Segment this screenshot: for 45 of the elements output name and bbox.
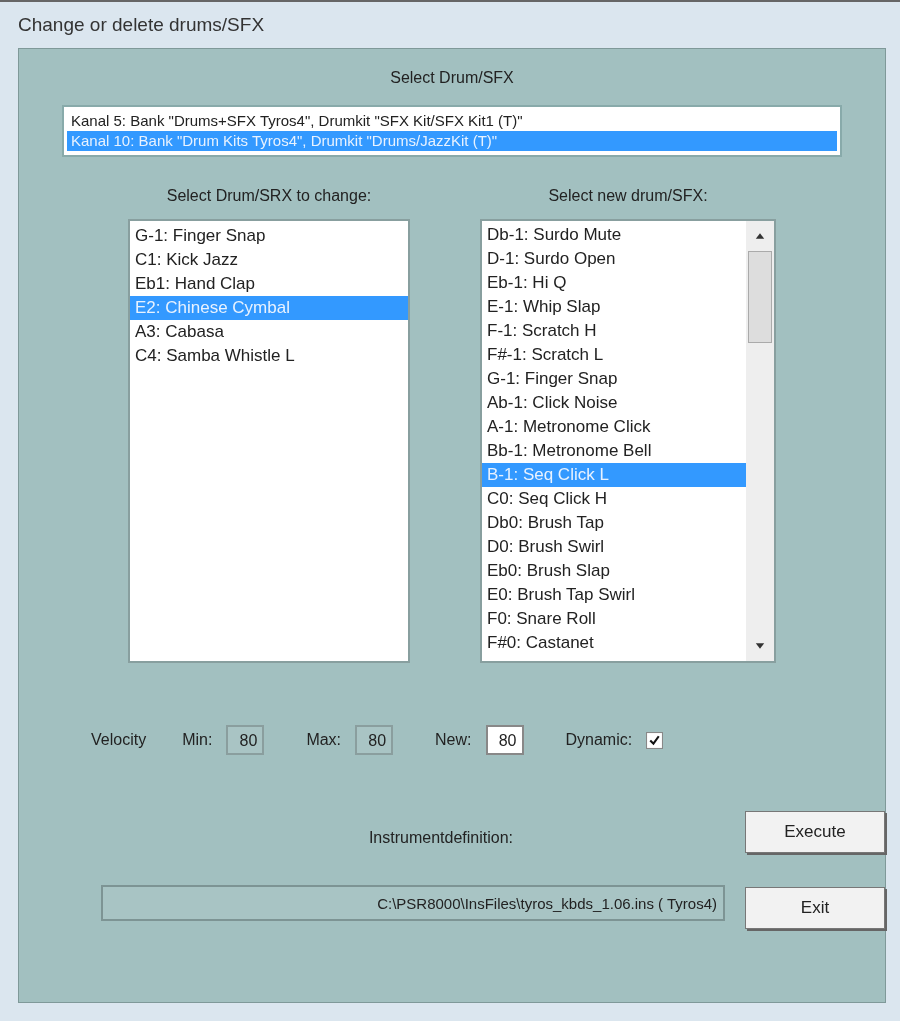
max-field: 80 bbox=[355, 725, 394, 755]
list-item[interactable]: E0: Brush Tap Swirl bbox=[482, 583, 746, 607]
list-item[interactable]: G-1: Finger Snap bbox=[482, 367, 746, 391]
list-item[interactable]: F#-1: Scratch L bbox=[482, 343, 746, 367]
list-item[interactable]: E-1: Whip Slap bbox=[482, 295, 746, 319]
scroll-thumb[interactable] bbox=[748, 251, 772, 343]
new-label: New: bbox=[435, 731, 472, 749]
list-item[interactable]: C0: Seq Click H bbox=[482, 487, 746, 511]
list-item[interactable]: C1: Kick Jazz bbox=[130, 248, 408, 272]
list-label: Select Drum/SRX to change: bbox=[166, 187, 372, 205]
list-item[interactable]: Eb0: Brush Slap bbox=[482, 559, 746, 583]
execute-button[interactable]: Execute bbox=[745, 811, 885, 853]
list-item[interactable]: A3: Cabasa bbox=[130, 320, 408, 344]
section-label: Select Drum/SFX bbox=[389, 69, 515, 87]
new-velocity-field[interactable]: 80 bbox=[485, 725, 524, 755]
velocity-label: Velocity bbox=[91, 731, 147, 749]
min-label: Min: bbox=[182, 731, 213, 749]
list-item[interactable]: Eb1: Hand Clap bbox=[130, 272, 408, 296]
exit-button[interactable]: Exit bbox=[745, 887, 885, 929]
list-item[interactable]: D0: Brush Swirl bbox=[482, 535, 746, 559]
drum-list[interactable] bbox=[480, 219, 776, 663]
list-item[interactable]: Ab-1: Click Noise bbox=[482, 391, 746, 415]
drum-list[interactable]: G-1: Finger Snap C1: Kick Jazz Eb1: Hand Clap E2: Chinese Cymbal A3: Cabasa C4: Samba Whistle L bbox=[128, 219, 410, 663]
max-label: Max: bbox=[306, 731, 342, 749]
list-item[interactable]: Db0: Brush Tap bbox=[482, 511, 746, 535]
list-item[interactable]: G-1: Finger Snap bbox=[130, 224, 408, 248]
list-item[interactable]: Eb-1: Hi Q bbox=[482, 271, 746, 295]
list-item[interactable]: Bb-1: Metronome Bell bbox=[482, 439, 746, 463]
list-item[interactable]: Db-1: Surdo Mute bbox=[482, 223, 746, 247]
dynamic-label: Dynamic: bbox=[565, 731, 633, 749]
path-field: C:\PSR8000\InsFiles\tyros_kbds_1.06.ins ( Tyros4) bbox=[101, 885, 725, 921]
list-item[interactable]: F0: Snare Roll bbox=[482, 607, 746, 631]
drumkit-list[interactable]: Kanal 5: Bank "Drums+SFX Tyros4", Drumkit "SFX Kit/SFX Kit1 (T)" Kanal 10: Bank "Drum Kits Tyros4", Drumkit "Drums/JazzKit (T)" bbox=[62, 105, 842, 157]
list-label: Select new drum/SFX: bbox=[548, 187, 708, 205]
list-item[interactable]: F#0: Castanet bbox=[482, 631, 746, 655]
window-title: Change or delete drums/SFX bbox=[18, 14, 265, 36]
list-item[interactable]: C4: Samba Whistle L bbox=[130, 344, 408, 368]
list-item[interactable]: F-1: Scratch H bbox=[482, 319, 746, 343]
instrument-label: Instrumentdefinition: bbox=[368, 829, 513, 847]
scrollbar[interactable] bbox=[746, 221, 774, 661]
dynamic-checkbox[interactable] bbox=[646, 731, 664, 749]
list-item[interactable]: Kanal 5: Bank "Drums+SFX Tyros4", Drumkit "SFX Kit/SFX Kit1 (T)" bbox=[67, 111, 837, 131]
min-field: 80 bbox=[226, 725, 265, 755]
list-item[interactable]: D-1: Surdo Open bbox=[482, 247, 746, 271]
list-item[interactable]: A-1: Metronome Click bbox=[482, 415, 746, 439]
